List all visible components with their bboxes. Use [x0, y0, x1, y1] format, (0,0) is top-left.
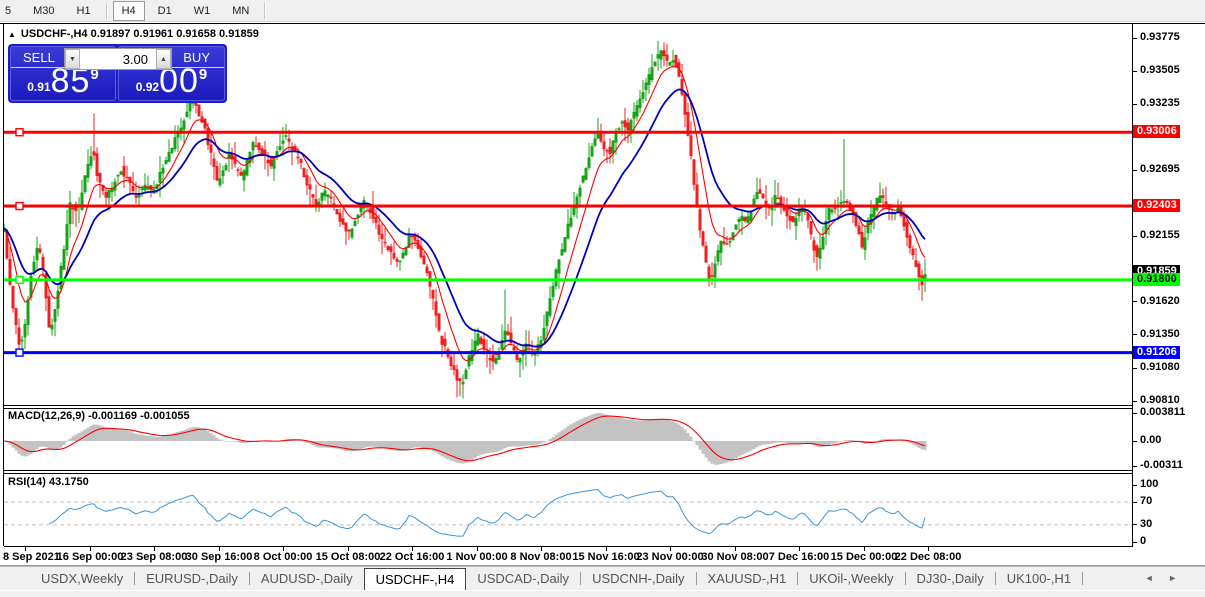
price-axis-tick — [1133, 38, 1137, 39]
rsi-axis-label: 0 — [1140, 535, 1146, 547]
macd-label: MACD(12,26,9) -0.001169 -0.001055 — [8, 410, 190, 422]
tab-scroll-arrows[interactable]: ◄ ► — [1145, 573, 1183, 583]
tf-button-h1[interactable]: H1 — [68, 1, 100, 21]
chart-title-text: USDCHF-,H4 0.91897 0.91961 0.91658 0.918… — [21, 28, 259, 40]
buy-price-pipette: 9 — [199, 66, 207, 83]
macd-axis-label: -0.00311 — [1140, 459, 1183, 471]
tf-button-m5[interactable]: 5 — [2, 1, 20, 21]
tab-usdcnh-daily[interactable]: USDCNH-,Daily — [581, 567, 695, 590]
macd-axis-label: 0.00 — [1140, 434, 1161, 446]
tf-button-d1[interactable]: D1 — [149, 1, 181, 21]
price-axis-label: 0.92695 — [1140, 163, 1180, 175]
sell-price-prefix: 0.91 — [27, 80, 50, 94]
price-axis-label: 0.93505 — [1140, 64, 1180, 76]
price-axis-tick — [1133, 236, 1137, 237]
price-level-label: 0.91800 — [1133, 273, 1180, 286]
tab-dj30-daily[interactable]: DJ30-,Daily — [906, 567, 995, 590]
macd-axis-tick — [1133, 466, 1137, 467]
price-axis-label: 0.91620 — [1140, 295, 1180, 307]
price-axis-tick — [1133, 170, 1137, 171]
time-axis-label: 23 Sep 08:00 — [121, 551, 188, 563]
tab-usdchf-h4[interactable]: USDCHF-,H4 — [364, 568, 467, 590]
price-axis: 0.93775 0.93505 0.93235 0.92695 0.92155 0.916… — [1133, 24, 1205, 565]
status-strip — [0, 590, 1205, 597]
time-axis-label: 8 Nov 08:00 — [510, 551, 571, 563]
time-axis-label: 23 Nov 00:00 — [636, 551, 703, 563]
time-axis[interactable]: 8 Sep 202116 Sep 00:0023 Sep 08:0030 Sep… — [0, 547, 1205, 565]
price-axis-label: 0.90810 — [1140, 394, 1180, 406]
mt4-window: 5 M30 H1 H4 D1 W1 MN ▲ USDCHF-,H4 0.9189… — [0, 0, 1205, 597]
price-axis-tick — [1133, 401, 1137, 402]
tab-usdcad-daily[interactable]: USDCAD-,Daily — [466, 567, 580, 590]
rsi-axis-tick — [1133, 542, 1137, 543]
price-axis-label: 0.92155 — [1140, 229, 1180, 241]
volume-spinner: ▼ 3.00 ▲ — [64, 48, 172, 70]
price-axis-tick — [1133, 71, 1137, 72]
time-axis-label: 15 Oct 08:00 — [316, 551, 381, 563]
macd-axis-tick — [1133, 441, 1137, 442]
rsi-axis-tick — [1133, 502, 1137, 503]
tf-button-mn[interactable]: MN — [223, 1, 258, 21]
chart-tab-bar: USDX,Weekly EURUSD-,Daily AUDUSD-,Daily … — [0, 566, 1205, 590]
tab-xauusd-h1[interactable]: XAUUSD-,H1 — [697, 567, 798, 590]
time-axis-label: 30 Nov 08:00 — [701, 551, 768, 563]
price-level-label: 0.92403 — [1133, 199, 1180, 212]
time-axis-label: 15 Dec 00:00 — [831, 551, 898, 563]
time-axis-label: 7 Dec 16:00 — [769, 551, 830, 563]
time-axis-label: 8 Oct 00:00 — [254, 551, 313, 563]
tf-button-w1[interactable]: W1 — [185, 1, 220, 21]
buy-price-prefix: 0.92 — [136, 80, 159, 94]
one-click-trade-panel: SELL 0.91 85 9 BUY 0.92 00 9 ▼ 3.00 ▲ — [8, 44, 227, 103]
macd-axis-tick — [1133, 413, 1137, 414]
time-axis-label: 22 Oct 16:00 — [380, 551, 445, 563]
price-level-label: 0.91206 — [1133, 346, 1180, 359]
time-axis-label: 1 Nov 00:00 — [446, 551, 507, 563]
price-axis-label: 0.93775 — [1140, 31, 1180, 43]
price-axis-label: 0.93235 — [1140, 97, 1180, 109]
time-axis-label: 15 Nov 16:00 — [572, 551, 639, 563]
rsi-axis-label: 30 — [1140, 518, 1152, 530]
macd-axis-label: 0.003811 — [1140, 406, 1185, 418]
tab-ukoil-weekly[interactable]: UKOil-,Weekly — [798, 567, 904, 590]
chart-title: ▲ USDCHF-,H4 0.91897 0.91961 0.91658 0.9… — [8, 28, 259, 40]
rsi-axis-label: 70 — [1140, 495, 1152, 507]
price-axis-tick — [1133, 334, 1137, 335]
time-axis-label: 8 Sep 2021 — [3, 551, 60, 563]
rsi-axis-tick — [1133, 524, 1137, 525]
tab-eurusd-daily[interactable]: EURUSD-,Daily — [135, 567, 249, 590]
time-axis-label: 22 Dec 08:00 — [895, 551, 962, 563]
price-axis-label: 0.91080 — [1140, 361, 1180, 373]
rsi-axis-label: 100 — [1140, 478, 1158, 490]
volume-increase-button[interactable]: ▲ — [156, 49, 171, 69]
price-axis-tick — [1133, 104, 1137, 105]
toolbar-separator — [264, 3, 265, 19]
tab-usdx-weekly[interactable]: USDX,Weekly — [30, 567, 134, 590]
toolbar-separator — [106, 3, 107, 19]
price-axis-label: 0.91350 — [1140, 328, 1180, 340]
collapse-triangle-icon[interactable]: ▲ — [8, 30, 16, 39]
price-axis-tick — [1133, 301, 1137, 302]
tab-audusd-daily[interactable]: AUDUSD-,Daily — [250, 567, 364, 590]
price-level-label: 0.93006 — [1133, 125, 1180, 138]
price-axis-tick — [1133, 368, 1137, 369]
tab-uk100-h1[interactable]: UK100-,H1 — [996, 567, 1082, 590]
rsi-label: RSI(14) 43.1750 — [8, 476, 89, 488]
time-axis-label: 30 Sep 16:00 — [186, 551, 253, 563]
tf-button-h4[interactable]: H4 — [113, 1, 145, 21]
rsi-axis-tick — [1133, 485, 1137, 486]
volume-input[interactable]: 3.00 — [80, 49, 156, 69]
tf-button-m30[interactable]: M30 — [24, 1, 63, 21]
timeframe-toolbar: 5 M30 H1 H4 D1 W1 MN — [0, 0, 1205, 22]
volume-decrease-button[interactable]: ▼ — [65, 49, 80, 69]
time-axis-label: 16 Sep 00:00 — [57, 551, 124, 563]
